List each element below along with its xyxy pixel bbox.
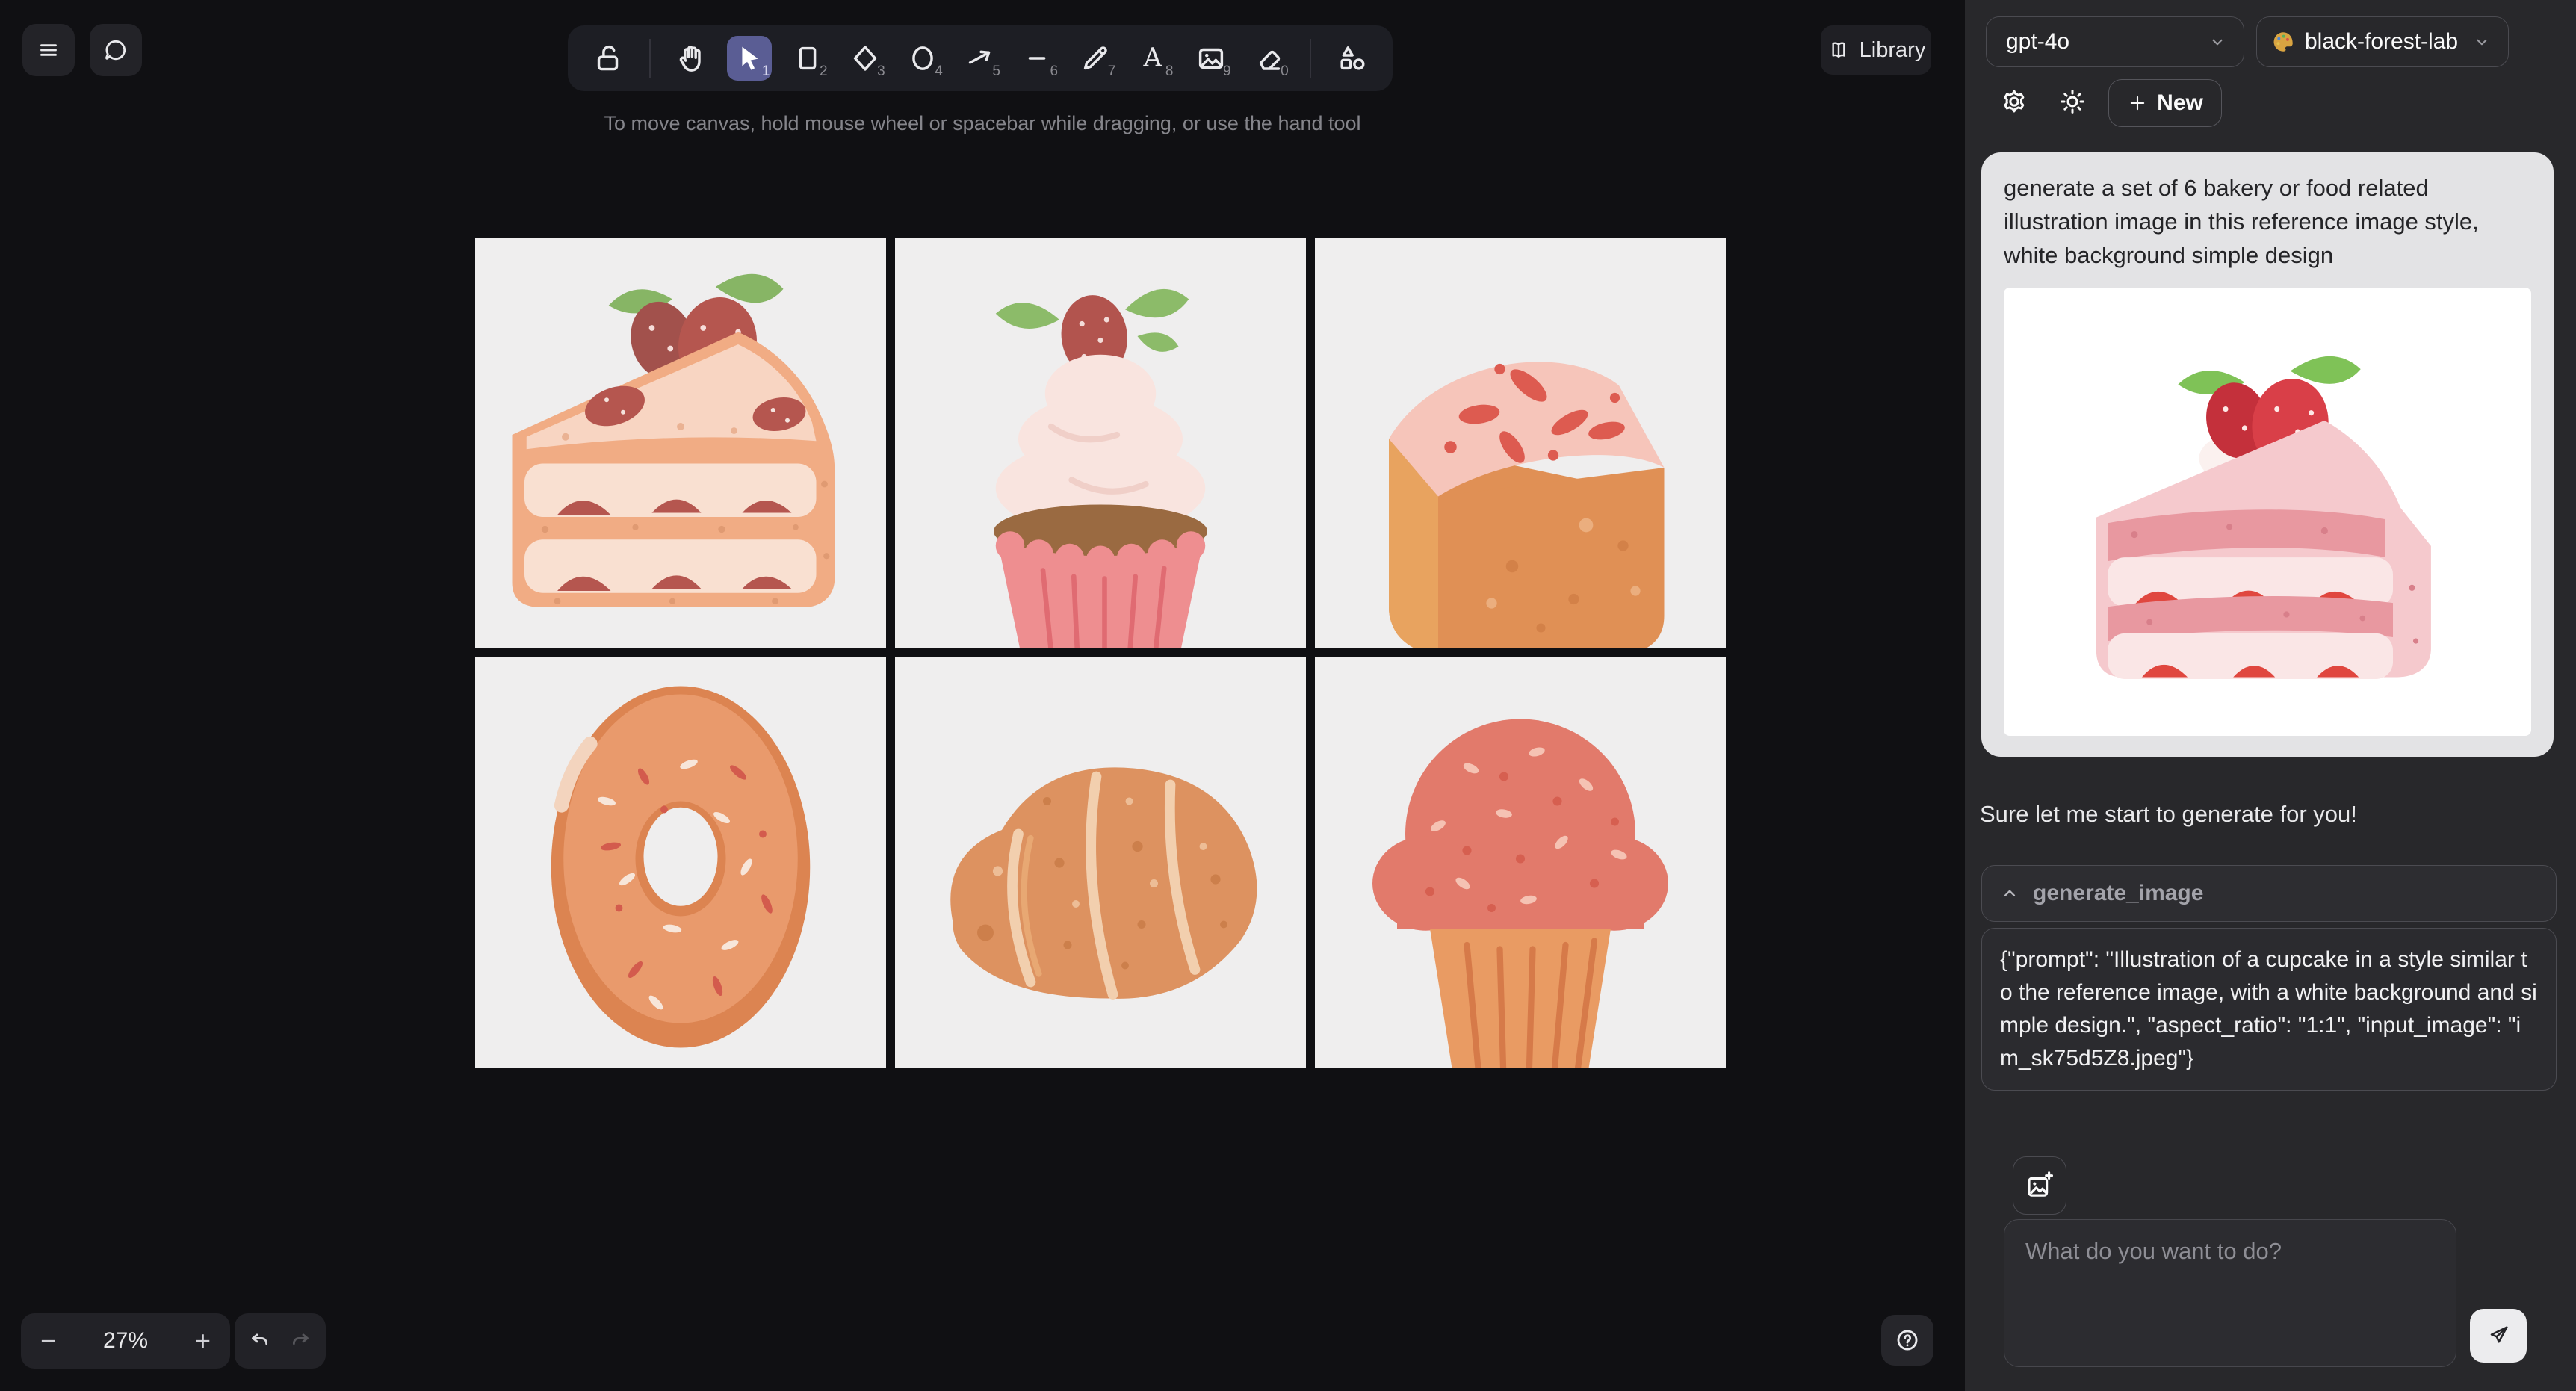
tool-ellipse[interactable]: 4: [900, 36, 945, 81]
hand-icon: [675, 41, 709, 75]
tool-eraser[interactable]: 0: [1246, 36, 1291, 81]
send-icon: [2485, 1322, 2512, 1349]
tool-line[interactable]: 6: [1015, 36, 1060, 81]
tool-hand[interactable]: [669, 36, 714, 81]
image-model-value: black-forest-lab: [2305, 29, 2458, 55]
tool-shortcut: 2: [820, 63, 828, 80]
tool-shortcut: 7: [1108, 63, 1116, 80]
zoom-level: 27%: [56, 1328, 195, 1354]
reference-image[interactable]: [2004, 288, 2531, 736]
generated-image-muffin[interactable]: [1315, 657, 1726, 1068]
tool-shortcut: 4: [935, 63, 943, 80]
strawberry-cake-slice-illustration: [475, 238, 886, 648]
library-button[interactable]: Library: [1821, 25, 1931, 75]
tool-text[interactable]: A 8: [1130, 36, 1175, 81]
unlock-icon: [591, 41, 625, 75]
user-message-text: generate a set of 6 bakery or food relat…: [2004, 172, 2531, 273]
tool-shortcut: 1: [762, 63, 770, 80]
croissant-illustration: [895, 657, 1306, 1068]
text-model-value: gpt-4o: [2006, 29, 2069, 55]
generated-image-donut[interactable]: [475, 657, 886, 1068]
history-controls: [235, 1313, 326, 1369]
image-model-select[interactable]: black-forest-lab: [2256, 16, 2509, 67]
chevron-down-icon: [2472, 32, 2492, 52]
tool-shortcut: 6: [1050, 63, 1059, 80]
chat-bubble-icon: [102, 36, 130, 64]
composer-input[interactable]: [2004, 1219, 2456, 1367]
shapes-icon: [1335, 41, 1369, 75]
tool-shortcut: 0: [1281, 63, 1289, 80]
tool-rectangle[interactable]: 2: [785, 36, 830, 81]
new-chat-label: New: [2157, 90, 2203, 116]
plus-icon: [2127, 93, 2148, 114]
donut-illustration: [475, 657, 886, 1068]
redo-button[interactable]: [288, 1328, 315, 1354]
generated-image-loaf-cake[interactable]: [1315, 238, 1726, 648]
toolbar-divider: [1310, 39, 1311, 78]
canvas-hint: To move canvas, hold mouse wheel or spac…: [0, 112, 1965, 135]
new-chat-button[interactable]: New: [2108, 79, 2222, 127]
chevron-up-icon: [2000, 884, 2019, 903]
tool-shapes[interactable]: [1330, 36, 1375, 81]
book-icon: [1827, 38, 1851, 62]
zoom-out-button[interactable]: −: [40, 1328, 56, 1354]
generated-image-grid: [475, 238, 1726, 1068]
user-message-bubble: generate a set of 6 bakery or food relat…: [1981, 152, 2554, 757]
image-plus-icon: [2024, 1170, 2055, 1201]
gear-icon: [1999, 87, 2029, 117]
tool-arrow[interactable]: 5: [958, 36, 1003, 81]
tool-call-header[interactable]: generate_image: [1981, 865, 2557, 922]
loaf-cake-illustration: [1315, 238, 1726, 648]
question-icon: [1893, 1326, 1922, 1354]
tool-select[interactable]: 1: [727, 36, 772, 81]
theme-toggle-button[interactable]: [2052, 81, 2093, 123]
main-menu-button[interactable]: [22, 24, 75, 76]
settings-button[interactable]: [1993, 81, 2035, 123]
send-button[interactable]: [2470, 1309, 2527, 1363]
library-label: Library: [1860, 38, 1926, 63]
chat-toggle-button[interactable]: [90, 24, 142, 76]
tool-palette: 1 2 3 4 5 6 7 A 8: [568, 25, 1393, 91]
tool-image[interactable]: 9: [1189, 36, 1233, 81]
strawberry-cupcake-illustration: [895, 238, 1306, 648]
sun-icon: [2058, 87, 2087, 117]
generated-image-cupcake[interactable]: [895, 238, 1306, 648]
tool-shortcut: 8: [1165, 63, 1174, 80]
text-model-select[interactable]: gpt-4o: [1986, 16, 2244, 67]
muffin-illustration: [1315, 657, 1726, 1068]
tool-shortcut: 3: [877, 63, 885, 80]
tool-draw[interactable]: 7: [1073, 36, 1118, 81]
tool-shortcut: 5: [992, 63, 1000, 80]
strawberry-cake-reference-illustration: [2058, 303, 2477, 721]
zoom-controls: − 27% +: [21, 1313, 230, 1369]
undo-button[interactable]: [246, 1328, 273, 1354]
palette-icon: [2270, 29, 2296, 55]
tool-shortcut: 9: [1223, 63, 1231, 80]
tool-diamond[interactable]: 3: [843, 36, 888, 81]
chevron-down-icon: [2208, 32, 2227, 52]
tool-call-name: generate_image: [2033, 881, 2203, 906]
toolbar-divider: [649, 39, 651, 78]
chat-panel: gpt-4o black-forest-lab New: [1965, 0, 2576, 1391]
hamburger-icon: [34, 36, 63, 64]
zoom-in-button[interactable]: +: [195, 1328, 211, 1354]
attach-image-button[interactable]: [2013, 1156, 2066, 1215]
svg-text:A: A: [1143, 43, 1163, 73]
generated-image-croissant[interactable]: [895, 657, 1306, 1068]
canvas-area[interactable]: 1 2 3 4 5 6 7 A 8: [0, 0, 1965, 1391]
tool-lock[interactable]: [586, 36, 631, 81]
help-button[interactable]: [1881, 1315, 1933, 1366]
tool-call-arguments: {"prompt": "Illustration of a cupcake in…: [1981, 928, 2557, 1091]
assistant-message-text: Sure let me start to generate for you!: [1980, 801, 2357, 828]
generated-image-cake-slice[interactable]: [475, 238, 886, 648]
